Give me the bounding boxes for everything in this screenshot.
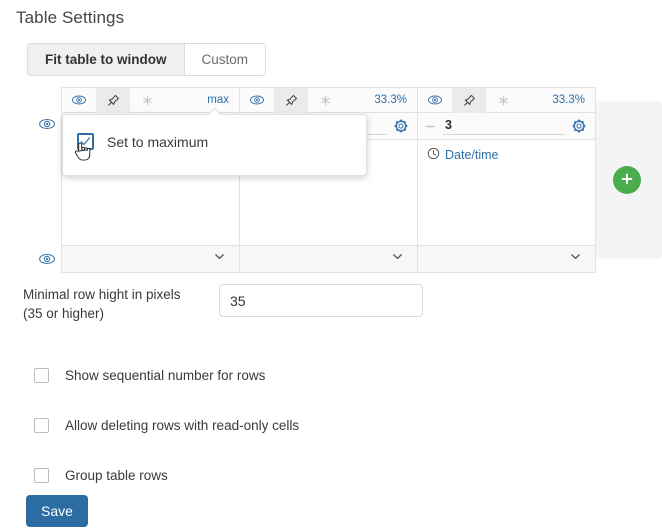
min-row-height-setting: Minimal row hight in pixels (35 or highe…	[23, 284, 643, 323]
options-list: Show sequential number for rows Allow de…	[34, 350, 594, 500]
table-column: 33.3%	[417, 87, 595, 272]
field-chip-label: Date/time	[445, 148, 499, 162]
checkbox-checked-icon[interactable]	[77, 133, 94, 150]
column-footer-dropdown[interactable]	[62, 245, 239, 272]
plus-icon	[619, 171, 635, 190]
column-width-label[interactable]: 33.3%	[342, 94, 417, 106]
tab-custom[interactable]: Custom	[183, 44, 266, 75]
add-column-panel	[596, 101, 662, 259]
column-width-settings	[418, 113, 595, 140]
eye-icon[interactable]	[240, 88, 274, 113]
min-row-height-label: Minimal row hight in pixels (35 or highe…	[23, 284, 209, 323]
column-footer-dropdown[interactable]	[418, 245, 595, 272]
chevron-down-icon	[569, 250, 582, 268]
asterisk-icon[interactable]	[130, 88, 164, 113]
min-row-height-label-line1: Minimal row hight in pixels	[23, 287, 181, 302]
row-visibility-column	[33, 87, 61, 273]
unpin-icon[interactable]	[452, 87, 486, 113]
column-header-toolbar: 33.3%	[418, 87, 595, 113]
clock-icon	[427, 147, 440, 163]
add-column-button[interactable]	[613, 166, 641, 194]
unpin-icon[interactable]	[274, 87, 308, 113]
eye-icon[interactable]	[38, 115, 56, 133]
tab-fit-table-to-window[interactable]: Fit table to window	[28, 44, 184, 75]
checkbox-unchecked-icon[interactable]	[34, 417, 49, 433]
popover-arrow	[208, 108, 221, 115]
column-fields-area[interactable]: Date/time	[418, 140, 595, 245]
option-label: Show sequential number for rows	[65, 367, 266, 383]
chevron-down-icon	[213, 250, 226, 268]
option-group-table-rows[interactable]: Group table rows	[34, 450, 594, 500]
table-width-mode-toggle: Fit table to window Custom	[27, 43, 267, 76]
minus-icon[interactable]	[424, 120, 437, 133]
option-show-sequential-number[interactable]: Show sequential number for rows	[34, 350, 594, 400]
asterisk-icon[interactable]	[486, 88, 520, 113]
column-header-toolbar: 33.3%	[240, 87, 417, 113]
save-button[interactable]: Save	[26, 495, 88, 527]
option-label: Allow deleting rows with read-only cells	[65, 417, 300, 433]
unpin-icon[interactable]	[96, 87, 130, 113]
option-allow-deleting-rows[interactable]: Allow deleting rows with read-only cells	[34, 400, 594, 450]
eye-icon[interactable]	[62, 88, 96, 113]
set-to-maximum-popover: Set to maximum	[62, 114, 367, 176]
page-title: Table Settings	[16, 8, 125, 27]
eye-icon[interactable]	[418, 88, 452, 113]
column-width-label[interactable]: max	[164, 94, 239, 106]
gear-icon[interactable]	[393, 118, 409, 134]
set-to-maximum-option[interactable]: Set to maximum	[63, 115, 366, 150]
asterisk-icon[interactable]	[308, 88, 342, 113]
checkbox-unchecked-icon[interactable]	[34, 367, 49, 383]
field-chip-datetime[interactable]: Date/time	[427, 147, 586, 163]
column-footer-dropdown[interactable]	[240, 245, 417, 272]
option-label: Group table rows	[65, 467, 168, 483]
checkbox-unchecked-icon[interactable]	[34, 467, 49, 483]
gear-icon[interactable]	[571, 118, 587, 134]
min-row-height-input[interactable]	[219, 284, 423, 317]
set-to-maximum-label: Set to maximum	[107, 133, 209, 150]
column-width-input[interactable]	[443, 117, 565, 135]
eye-icon[interactable]	[38, 250, 56, 268]
column-width-label[interactable]: 33.3%	[520, 94, 595, 106]
min-row-height-label-line2: (35 or higher)	[23, 306, 105, 321]
chevron-down-icon	[391, 250, 404, 268]
